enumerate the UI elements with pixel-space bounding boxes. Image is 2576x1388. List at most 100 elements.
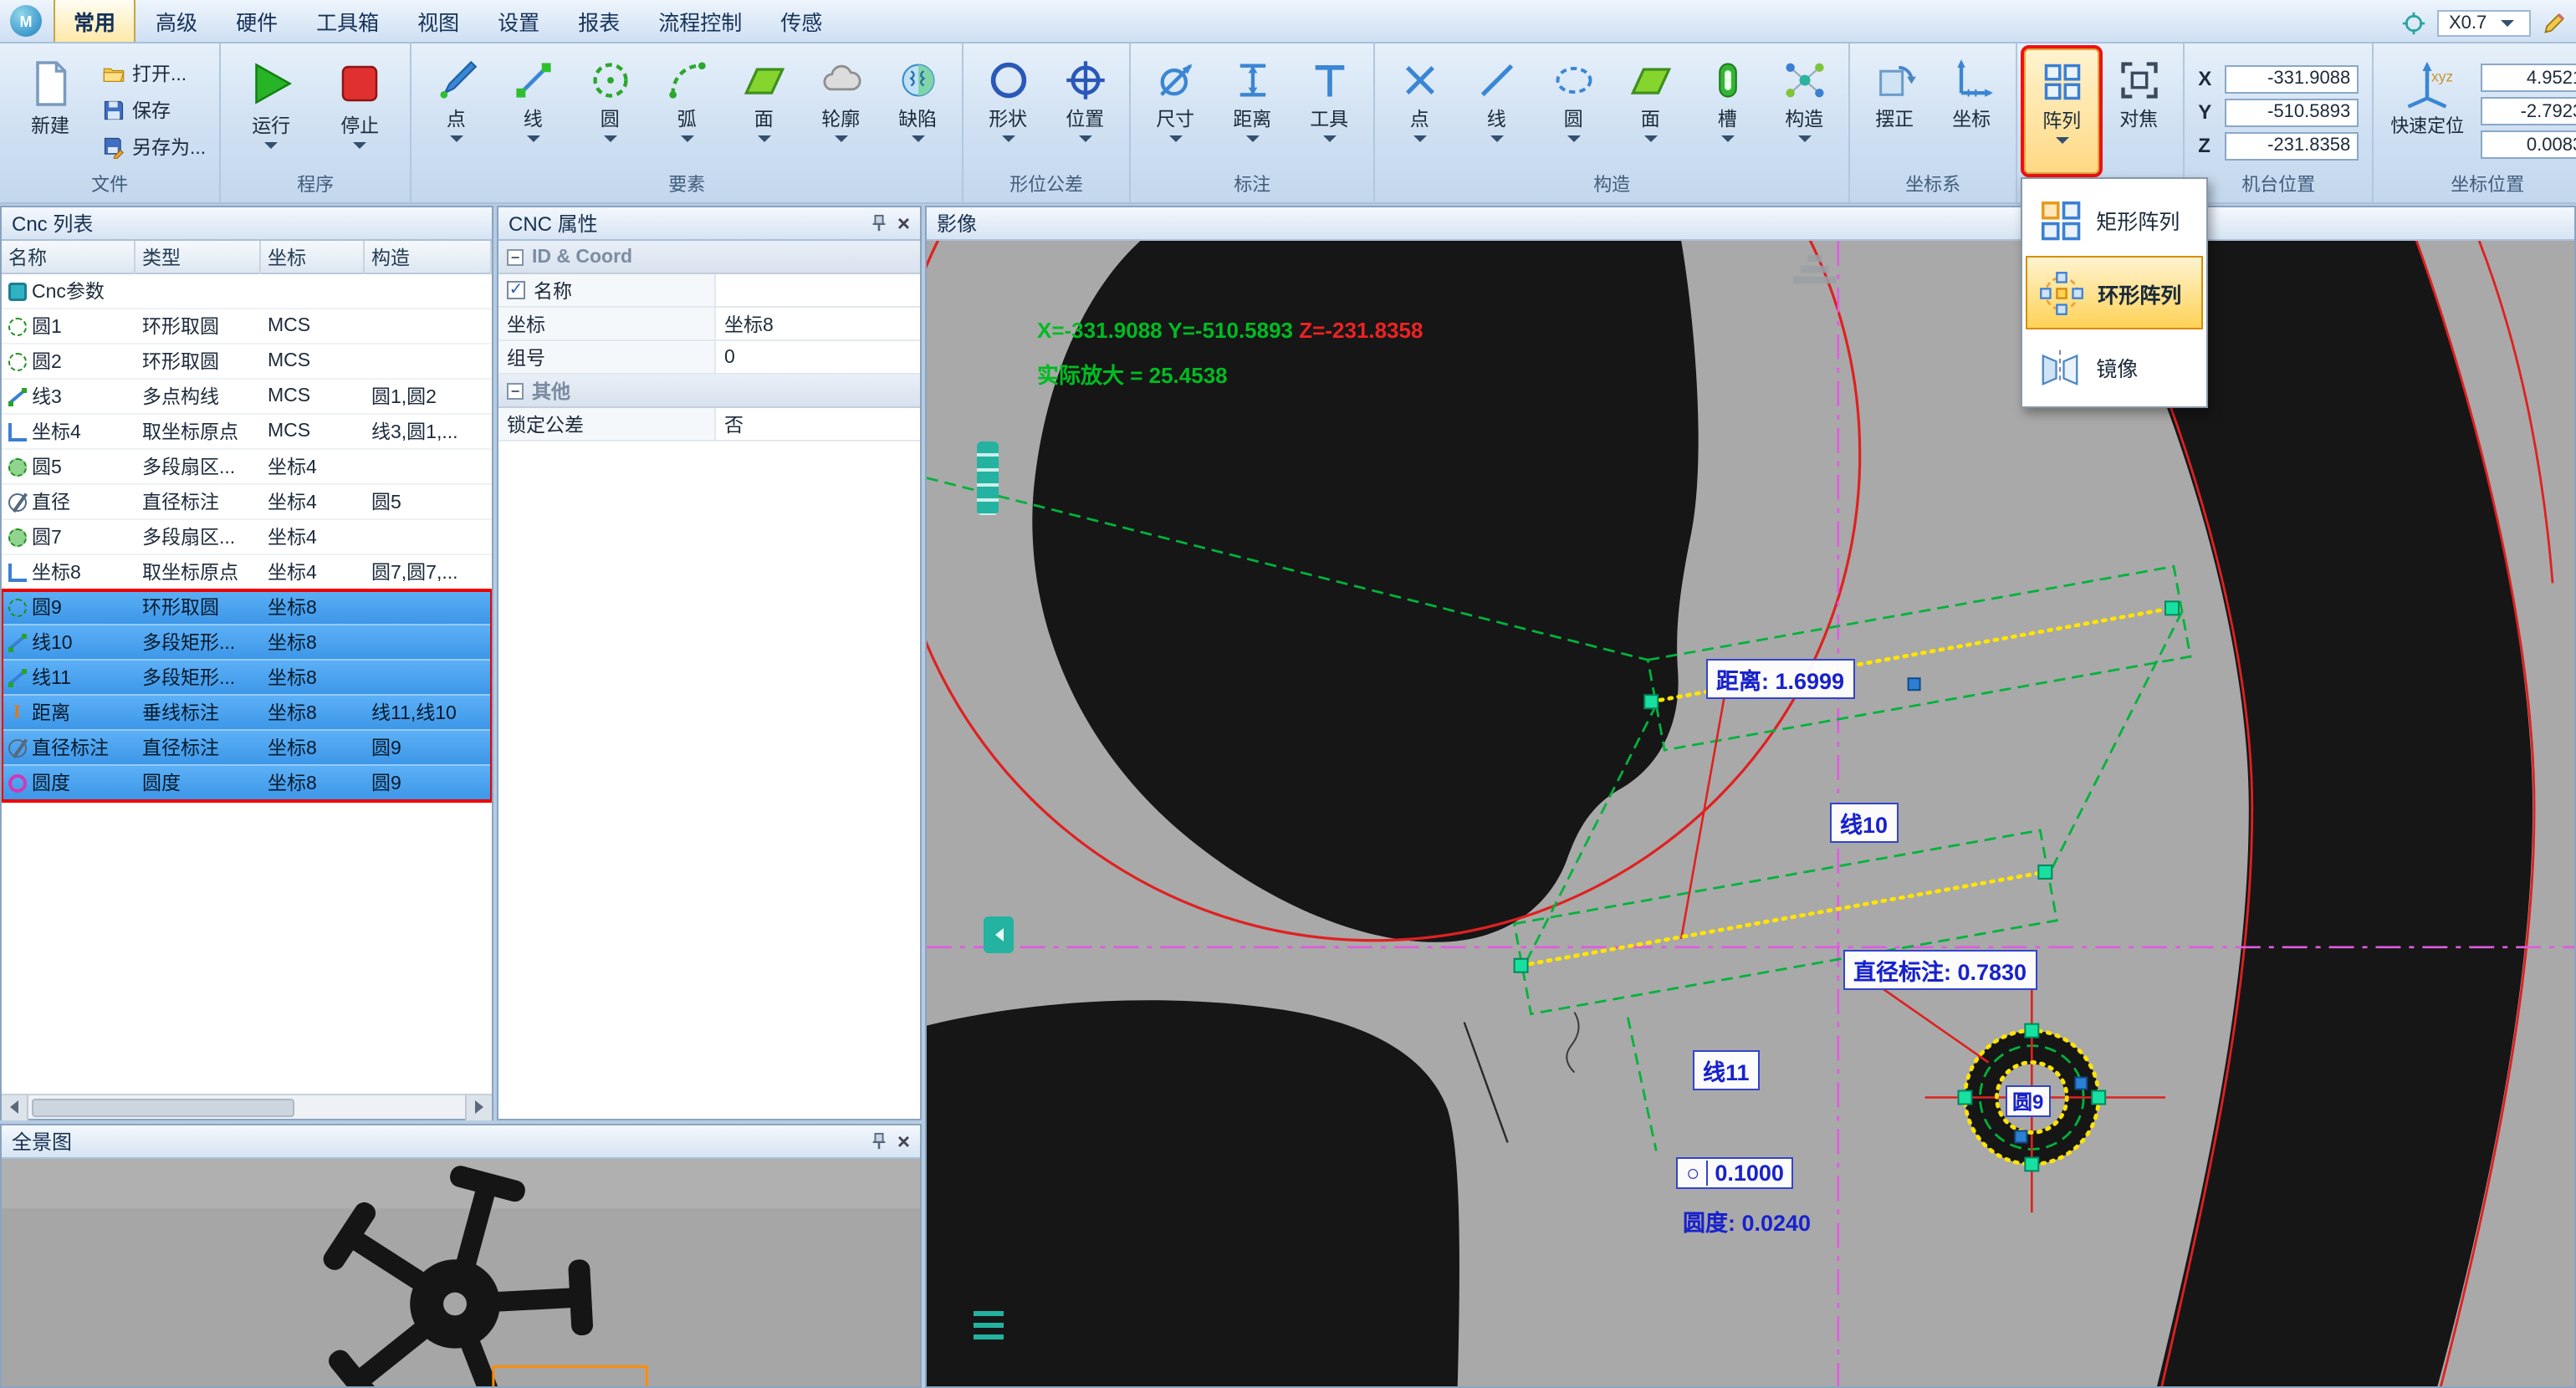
prop-row-name[interactable]: ✓名称 xyxy=(498,274,920,308)
save-as-button[interactable]: 另存为... xyxy=(95,130,212,162)
column-header-name[interactable]: 名称 xyxy=(2,241,135,274)
machine-y-value[interactable]: -510.5893 xyxy=(2225,98,2359,126)
scroll-right-button[interactable] xyxy=(465,1095,492,1120)
cnc-row-14[interactable]: 直径标注 直径标注坐标8圆9 xyxy=(2,731,492,766)
cnc-row-12[interactable]: 线11 多段矩形...坐标8 xyxy=(2,661,492,696)
construct-slot-button[interactable]: 槽 xyxy=(1689,48,1765,174)
coord-x-value[interactable]: 4.9521 xyxy=(2481,64,2576,92)
prop-row-lock-tolerance[interactable]: 锁定公差 否 xyxy=(498,408,920,441)
close-icon[interactable]: × xyxy=(897,1130,910,1152)
element-arc-button[interactable]: 弧 xyxy=(649,48,724,174)
pin-icon[interactable] xyxy=(871,214,889,232)
dimension-button[interactable]: 尺寸 xyxy=(1137,48,1213,174)
cnc-row-7[interactable]: 直径 直径标注坐标4圆5 xyxy=(2,485,492,520)
collapse-icon[interactable]: − xyxy=(507,382,524,399)
construct-point-button[interactable]: 点 xyxy=(1382,48,1457,174)
tab-common[interactable]: 常用 xyxy=(54,0,135,42)
panorama-image[interactable] xyxy=(2,1159,920,1386)
layers-icon[interactable] xyxy=(1790,251,1840,288)
distance-button[interactable]: 距离 xyxy=(1214,48,1290,174)
element-line-button[interactable]: 线 xyxy=(495,48,570,174)
app-logo[interactable]: M xyxy=(10,5,42,37)
circle9-label[interactable]: 圆9 xyxy=(2006,1085,2050,1117)
annotation-tool-button[interactable]: 工具 xyxy=(1291,48,1367,174)
save-button[interactable]: 保存 xyxy=(95,94,212,125)
cnc-row-3[interactable]: 圆2 环形取圆MCS xyxy=(2,344,492,380)
cnc-row-10[interactable]: 圆9 环形取圆坐标8 xyxy=(2,590,492,625)
scrollbar-thumb[interactable] xyxy=(32,1099,294,1117)
tab-hardware[interactable]: 硬件 xyxy=(217,0,296,42)
collapse-icon[interactable]: − xyxy=(507,248,524,265)
scroll-left-button[interactable] xyxy=(2,1095,28,1120)
construct-network-button[interactable]: 构造 xyxy=(1766,48,1842,174)
line11-label[interactable]: 线11 xyxy=(1693,1050,1760,1090)
close-icon[interactable]: × xyxy=(897,212,910,234)
cnc-row-1[interactable]: Cnc参数 xyxy=(2,274,492,309)
element-point-button[interactable]: 点 xyxy=(418,48,493,174)
cnc-row-11[interactable]: 线10 多段矩形...坐标8 xyxy=(2,625,492,661)
coord-z-value[interactable]: 0.0083 xyxy=(2481,130,2576,159)
magnification-selector[interactable]: X0.7 xyxy=(2437,10,2531,37)
menu-item-mirror[interactable]: 镜像 xyxy=(2026,329,2203,403)
construct-line-button[interactable]: 线 xyxy=(1459,48,1534,174)
menu-item-rect-array[interactable]: 矩形阵列 xyxy=(2026,182,2203,256)
pin-icon[interactable] xyxy=(871,1132,889,1151)
construct-plane-button[interactable]: 面 xyxy=(1613,48,1688,174)
machine-z-value[interactable]: -231.8358 xyxy=(2225,131,2359,160)
tab-toolbox[interactable]: 工具箱 xyxy=(298,0,397,42)
stop-button[interactable]: 停止 xyxy=(316,48,403,174)
tab-sensing[interactable]: 传感 xyxy=(762,0,841,42)
cnc-row-5[interactable]: 坐标4 取坐标原点MCS线3,圆1,... xyxy=(2,415,492,450)
pencil-icon[interactable] xyxy=(2543,12,2566,35)
element-plane-button[interactable]: 面 xyxy=(726,48,801,174)
array-button[interactable]: 阵列 xyxy=(2024,48,2099,174)
column-header-construction[interactable]: 构造 xyxy=(365,241,492,274)
horizontal-scrollbar[interactable] xyxy=(2,1094,492,1119)
cnc-row-2[interactable]: 圆1 环形取圆MCS xyxy=(2,309,492,344)
cnc-row-4[interactable]: 线3 多点构线MCS圆1,圆2 xyxy=(2,380,492,415)
align-button[interactable]: 摆正 xyxy=(1857,48,1932,174)
line10-label[interactable]: 线10 xyxy=(1830,803,1898,843)
focus-button[interactable]: 对焦 xyxy=(2101,48,2176,174)
shape-tolerance-button[interactable]: 形状 xyxy=(970,48,1045,174)
cnc-row-15[interactable]: 圆度 圆度坐标8圆9 xyxy=(2,766,492,801)
name-checkbox[interactable]: ✓ xyxy=(507,281,525,299)
construct-circle-button[interactable]: 圆 xyxy=(1536,48,1611,174)
coord-y-value[interactable]: -2.7923 xyxy=(2481,97,2576,125)
tab-advanced[interactable]: 高级 xyxy=(137,0,216,42)
stop-icon xyxy=(335,59,385,109)
element-defect-button[interactable]: 缺陷 xyxy=(880,48,955,174)
column-header-type[interactable]: 类型 xyxy=(135,241,261,274)
tab-report[interactable]: 报表 xyxy=(560,0,638,42)
element-contour-button[interactable]: 轮廓 xyxy=(803,48,878,174)
column-header-coord[interactable]: 坐标 xyxy=(261,241,365,274)
cnc-row-13[interactable]: 距离 垂线标注坐标8线11,线10 xyxy=(2,696,492,731)
machine-x-value[interactable]: -331.9088 xyxy=(2225,64,2359,93)
menu-item-circular-array[interactable]: 环形阵列 xyxy=(2026,256,2203,329)
run-button[interactable]: 运行 xyxy=(227,48,314,174)
section-id-coord[interactable]: − ID & Coord xyxy=(498,241,920,274)
tab-view[interactable]: 视图 xyxy=(399,0,478,42)
scrollbar-track[interactable] xyxy=(28,1095,465,1119)
cnc-row-8[interactable]: 圆7 多段扇区...坐标4 xyxy=(2,520,492,555)
position-tolerance-button[interactable]: 位置 xyxy=(1047,48,1122,174)
prop-row-coord[interactable]: 坐标 坐标8 xyxy=(498,308,920,341)
section-other[interactable]: − 其他 xyxy=(498,375,920,408)
roundness-value-label[interactable]: ○0.1000 xyxy=(1676,1157,1794,1189)
camera-view[interactable]: X=-331.9088 Y=-510.5893 Z=-231.8358 实际放大… xyxy=(927,241,2574,1386)
quick-position-button[interactable]: 快速定位 xyxy=(2384,48,2471,174)
open-button[interactable]: 打开... xyxy=(95,57,212,89)
diameter-label[interactable]: 直径标注: 0.7830 xyxy=(1843,950,2037,990)
collapse-left-button[interactable] xyxy=(984,916,1014,953)
tab-settings[interactable]: 设置 xyxy=(479,0,558,42)
drag-grip-handle[interactable] xyxy=(977,441,999,515)
tab-flow-control[interactable]: 流程控制 xyxy=(640,0,760,42)
element-circle-button[interactable]: 圆 xyxy=(572,48,647,174)
drag-grip-handle[interactable] xyxy=(974,1311,1004,1340)
cnc-row-6[interactable]: 圆5 多段扇区...坐标4 xyxy=(2,450,492,485)
prop-row-group-no[interactable]: 组号 0 xyxy=(498,341,920,375)
new-button[interactable]: 新建 xyxy=(7,48,94,174)
cnc-row-9[interactable]: 坐标8 取坐标原点坐标4圆7,圆7,... xyxy=(2,555,492,590)
coordinate-button[interactable]: 坐标 xyxy=(1934,48,2009,174)
distance-label[interactable]: 距离: 1.6999 xyxy=(1706,659,1854,699)
